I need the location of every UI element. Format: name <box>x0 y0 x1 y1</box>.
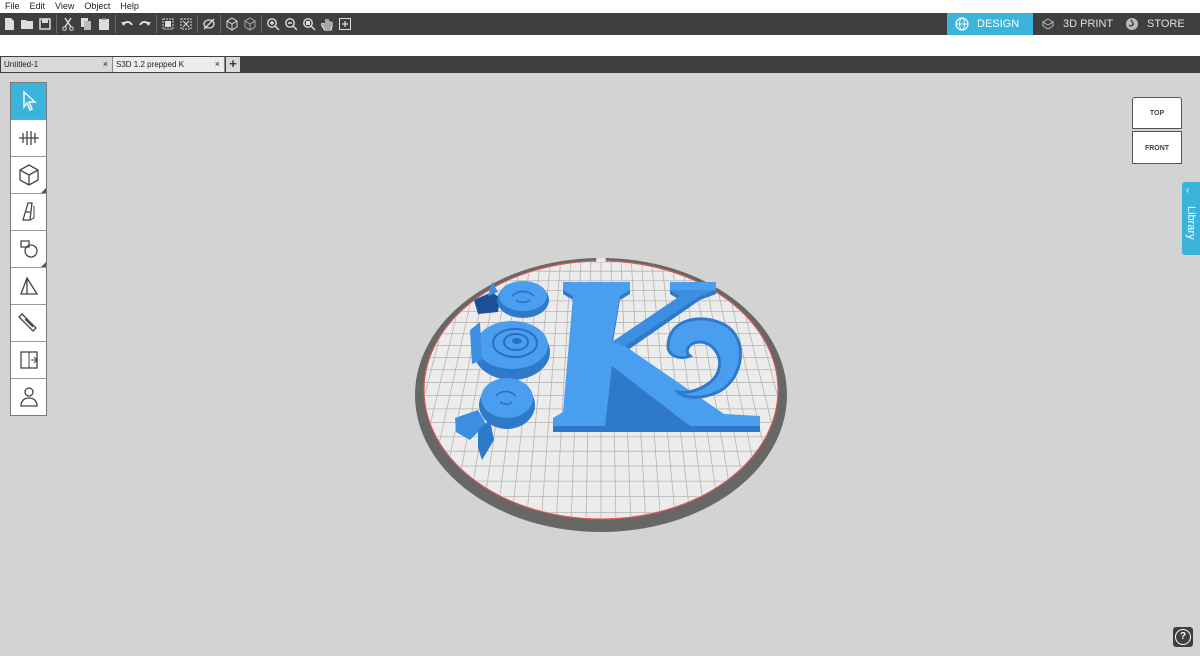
library-panel-toggle[interactable]: ‹ Library <box>1182 182 1200 255</box>
select-tool[interactable] <box>11 83 46 120</box>
submenu-indicator-icon <box>41 188 46 193</box>
extrude-icon <box>19 276 38 295</box>
align-icon <box>18 131 39 145</box>
print-bed-scene <box>415 258 787 532</box>
shapes-tool[interactable] <box>11 157 46 194</box>
chevron-left-icon: ‹ <box>1186 185 1190 196</box>
library-label: Library <box>1185 206 1197 240</box>
character-tool[interactable] <box>11 379 46 415</box>
view-cube-top[interactable]: TOP <box>1132 97 1182 129</box>
pointer-icon <box>22 90 37 111</box>
extrude-tool[interactable] <box>11 268 46 305</box>
view-cube-front[interactable]: FRONT <box>1132 131 1182 164</box>
draw-shape-icon <box>19 240 38 258</box>
view-cube[interactable]: TOP FRONT <box>1131 96 1183 168</box>
import-tool[interactable] <box>11 342 46 379</box>
align-tool[interactable] <box>11 120 46 157</box>
person-icon <box>19 387 38 407</box>
help-icon: ? <box>1175 629 1191 645</box>
submenu-indicator-icon <box>41 262 46 267</box>
import-icon <box>19 351 38 369</box>
knife-icon <box>17 313 37 332</box>
tool-palette <box>10 82 47 416</box>
text-tool[interactable] <box>11 194 46 231</box>
help-button[interactable]: ? <box>1173 627 1193 647</box>
knife-tool[interactable] <box>11 305 46 342</box>
text-a-icon <box>21 202 34 221</box>
bed-notch <box>596 258 606 262</box>
cube-icon <box>18 164 39 186</box>
draw-tool[interactable] <box>11 231 46 268</box>
